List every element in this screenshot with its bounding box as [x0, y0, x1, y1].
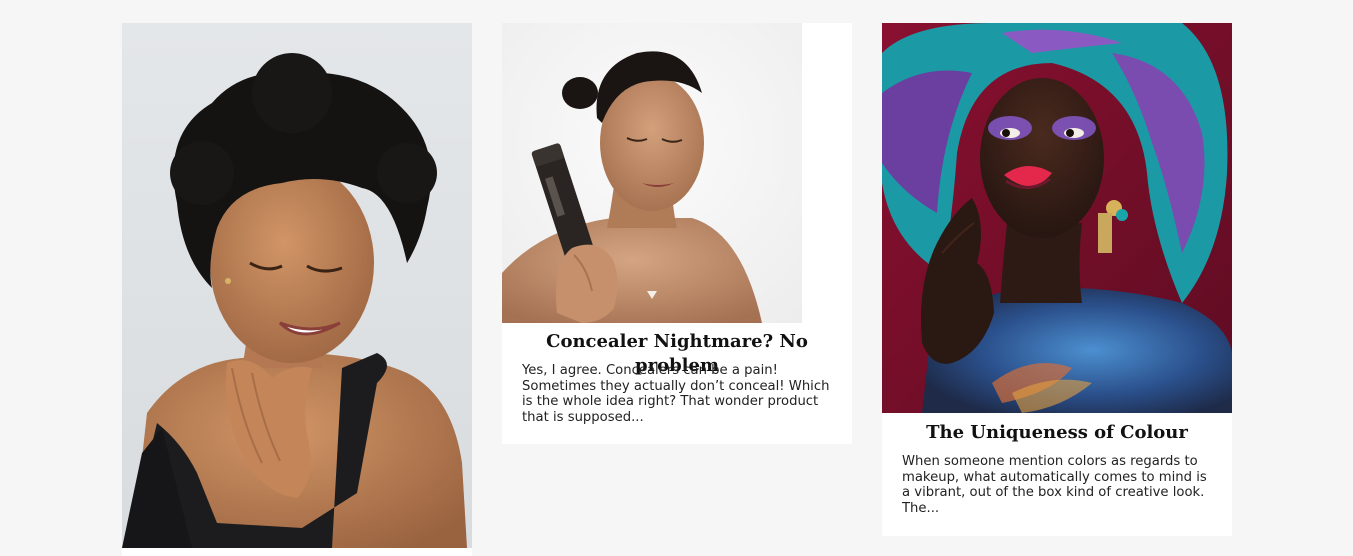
post-title-3[interactable]: The Uniqueness of Colour — [882, 421, 1232, 445]
post-image-2[interactable] — [502, 23, 802, 323]
post-excerpt-3: When someone mention colors as regards t… — [902, 454, 1207, 516]
post-image-3[interactable] — [882, 23, 1232, 413]
post-excerpt-2: Yes, I agree. Concealers can be a pain! … — [522, 363, 830, 425]
portrait-photo-1 — [122, 23, 472, 548]
post-card-1[interactable] — [122, 23, 472, 556]
post-card-2[interactable]: Concealer Nightmare? No problem Yes, I a… — [502, 23, 852, 444]
post-card-3[interactable]: The Uniqueness of Colour When someone me… — [882, 23, 1232, 536]
concealer-photo — [502, 23, 802, 323]
post-image-1[interactable] — [122, 23, 472, 548]
colour-photo — [882, 23, 1232, 413]
